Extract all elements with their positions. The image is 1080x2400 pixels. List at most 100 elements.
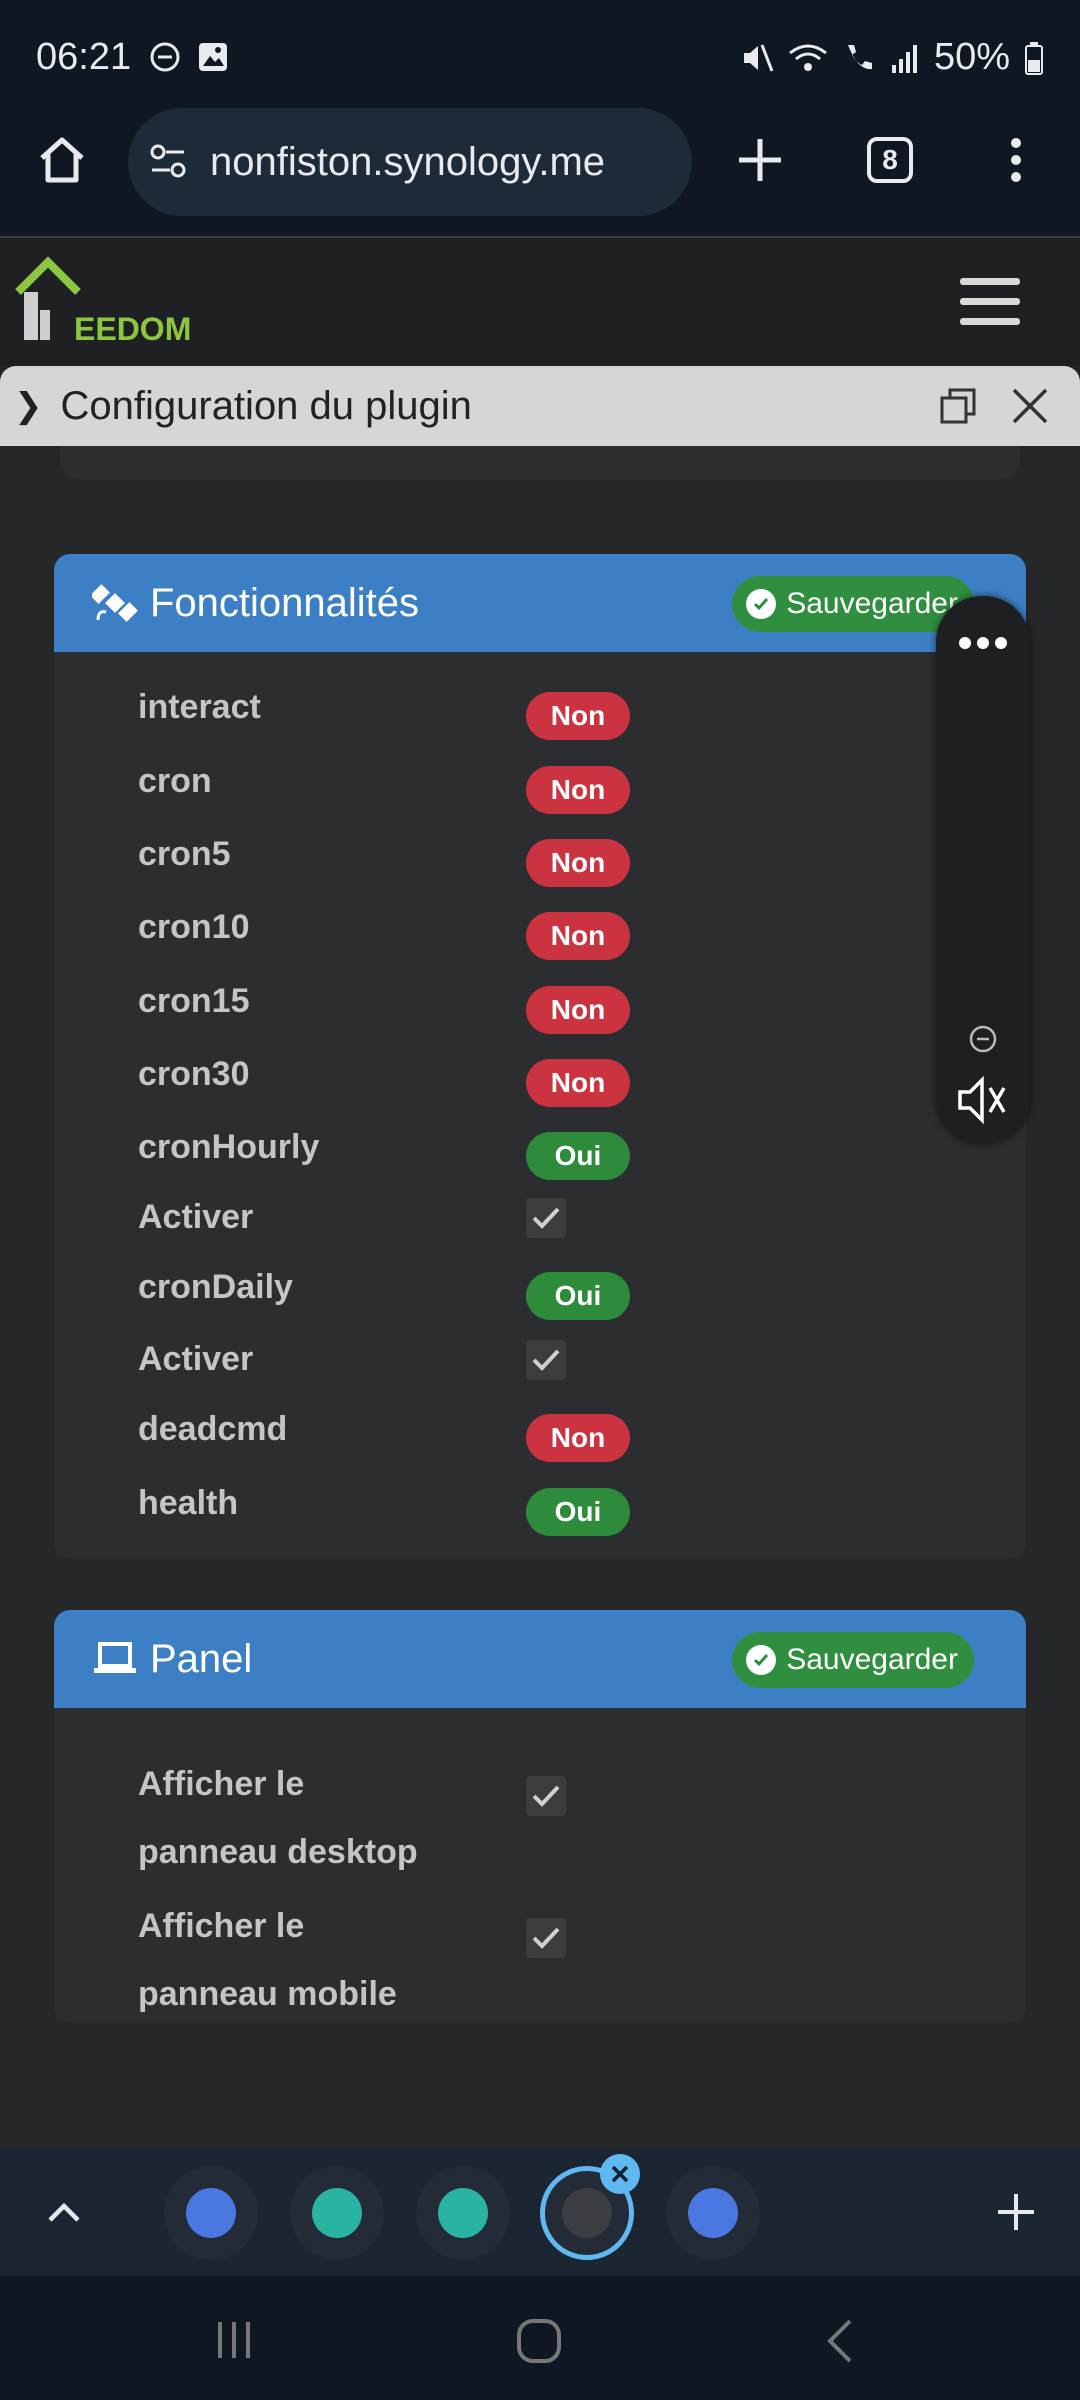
panel-mobile-label-2: panneau mobile [138, 1975, 397, 2013]
feature-label: Activer [138, 1198, 254, 1236]
features-save-button[interactable]: Sauvegarder [732, 576, 974, 632]
chevron-up-icon[interactable] [44, 2192, 84, 2232]
status-badge: Oui [526, 1488, 630, 1536]
laptop-icon [94, 1642, 136, 1673]
modal-titlebar: ❯ Configuration du plugin [0, 366, 1080, 446]
home-button[interactable] [18, 116, 106, 204]
status-time: 06:21 [36, 36, 132, 78]
panel-desktop-label-2: panneau desktop [138, 1833, 418, 1871]
panel-save-button[interactable]: Sauvegarder [732, 1632, 974, 1688]
plus-icon [739, 139, 781, 181]
check-circle-icon [746, 1645, 777, 1675]
features-card-header: Fonctionnalités Sauvegarder [54, 554, 1026, 652]
desktop-panel-checkbox[interactable] [526, 1776, 566, 1816]
recents-icon[interactable] [210, 2316, 258, 2364]
activer-checkbox[interactable] [526, 1340, 566, 1380]
status-badge: Non [526, 912, 630, 960]
home-nav-icon[interactable] [514, 2316, 564, 2366]
url-text: nonfiston.synology.me [210, 139, 606, 184]
previous-card [60, 446, 1020, 480]
feature-label: deadcmd [138, 1410, 288, 1448]
panel-save-label: Sauvegarder [786, 1643, 958, 1676]
features-save-label: Sauvegarder [786, 587, 958, 620]
feature-label: cronDaily [138, 1268, 293, 1306]
smiley-favicon-icon [186, 2188, 236, 2238]
logo-text: EEDOM [74, 311, 191, 347]
main-menu-button[interactable] [960, 278, 1020, 326]
tab-switcher-button[interactable]: 8 [846, 116, 934, 204]
smiley-favicon-icon [688, 2188, 738, 2238]
feature-label: cron30 [138, 1055, 250, 1093]
tab-chip-1[interactable] [164, 2166, 258, 2260]
jeedom-favicon-icon [562, 2188, 612, 2238]
site-settings-icon[interactable] [146, 140, 190, 184]
panel-card-header: Panel Sauvegarder [54, 1610, 1026, 1708]
wifi-icon [789, 44, 827, 71]
satellite-icon [92, 584, 138, 622]
modal-title: Configuration du plugin [60, 383, 472, 428]
tab-count: 8 [867, 137, 913, 183]
status-bar: 06:21 50% [0, 0, 1080, 108]
status-badge: Non [526, 1059, 630, 1107]
plugin-config-modal: ❯ Configuration du plugin Fonctionnalité… [0, 366, 1080, 2148]
tab-chip-5[interactable] [666, 2166, 760, 2260]
address-bar[interactable]: nonfiston.synology.me [128, 108, 692, 216]
app-header: EEDOM [0, 236, 1080, 366]
feature-label: Activer [138, 1340, 254, 1378]
status-right: 50% [740, 36, 1044, 79]
feature-label: health [138, 1484, 239, 1522]
checkmark-icon [532, 1927, 560, 1949]
chevron-right-icon[interactable]: ❯ [14, 386, 43, 426]
close-icon [611, 2165, 629, 2183]
new-tab-button[interactable] [716, 116, 804, 204]
feature-label: cron [138, 762, 212, 800]
close-tab-button[interactable] [600, 2154, 640, 2194]
feature-label: cronHourly [138, 1128, 320, 1166]
features-card: Fonctionnalités Sauvegarder interact Non c… [54, 554, 1026, 1558]
tab-strip [0, 2148, 1080, 2276]
tab-chip-3[interactable] [416, 2166, 510, 2260]
add-tab-icon[interactable] [994, 2190, 1038, 2234]
wifi-call-icon [847, 44, 872, 69]
battery-icon [1025, 41, 1043, 75]
panel-mobile-label-1: Afficher le [138, 1907, 305, 1945]
feature-label: cron5 [138, 835, 231, 873]
features-title: Fonctionnalités [150, 580, 420, 625]
floating-side-panel [936, 596, 1030, 1144]
logo-house-icon: EEDOM [15, 256, 191, 347]
minimize-icon[interactable] [968, 1024, 998, 1054]
status-badge: Non [526, 692, 630, 740]
status-badge: Oui [526, 1272, 630, 1320]
home-icon [40, 137, 84, 183]
mobile-panel-checkbox[interactable] [526, 1918, 566, 1958]
status-badge: Oui [526, 1132, 630, 1180]
feature-label: cron10 [138, 908, 250, 946]
gallery-icon [199, 43, 227, 71]
puzzle-favicon-icon [438, 2188, 488, 2238]
signal-icon [891, 44, 917, 73]
system-nav-bar [0, 2276, 1080, 2400]
browser-menu-button[interactable] [972, 116, 1060, 204]
check-circle-icon [746, 589, 777, 619]
close-icon[interactable] [1010, 386, 1050, 426]
status-badge: Non [526, 766, 630, 814]
activer-checkbox[interactable] [526, 1198, 566, 1238]
feature-label: interact [138, 688, 261, 726]
web-page: EEDOM ❯ Configuration du plugin Fonction… [0, 236, 1080, 2148]
more-vertical-icon [1011, 138, 1021, 182]
modal-body: Fonctionnalités Sauvegarder interact Non c… [0, 446, 1080, 2148]
dnd-icon [150, 42, 180, 72]
maximize-icon[interactable] [938, 386, 978, 426]
tab-chip-2[interactable] [290, 2166, 384, 2260]
checkmark-icon [532, 1207, 560, 1229]
back-icon[interactable] [820, 2316, 860, 2366]
checkmark-icon [532, 1349, 560, 1371]
puzzle-favicon-icon [312, 2188, 362, 2238]
sound-off-icon[interactable] [956, 1074, 1012, 1126]
status-badge: Non [526, 839, 630, 887]
more-horizontal-icon[interactable] [958, 636, 1008, 650]
jeedom-logo[interactable]: EEDOM [14, 252, 204, 352]
panel-title: Panel [150, 1636, 253, 1681]
status-badge: Non [526, 1414, 630, 1462]
battery-percent: 50% [933, 36, 1010, 78]
